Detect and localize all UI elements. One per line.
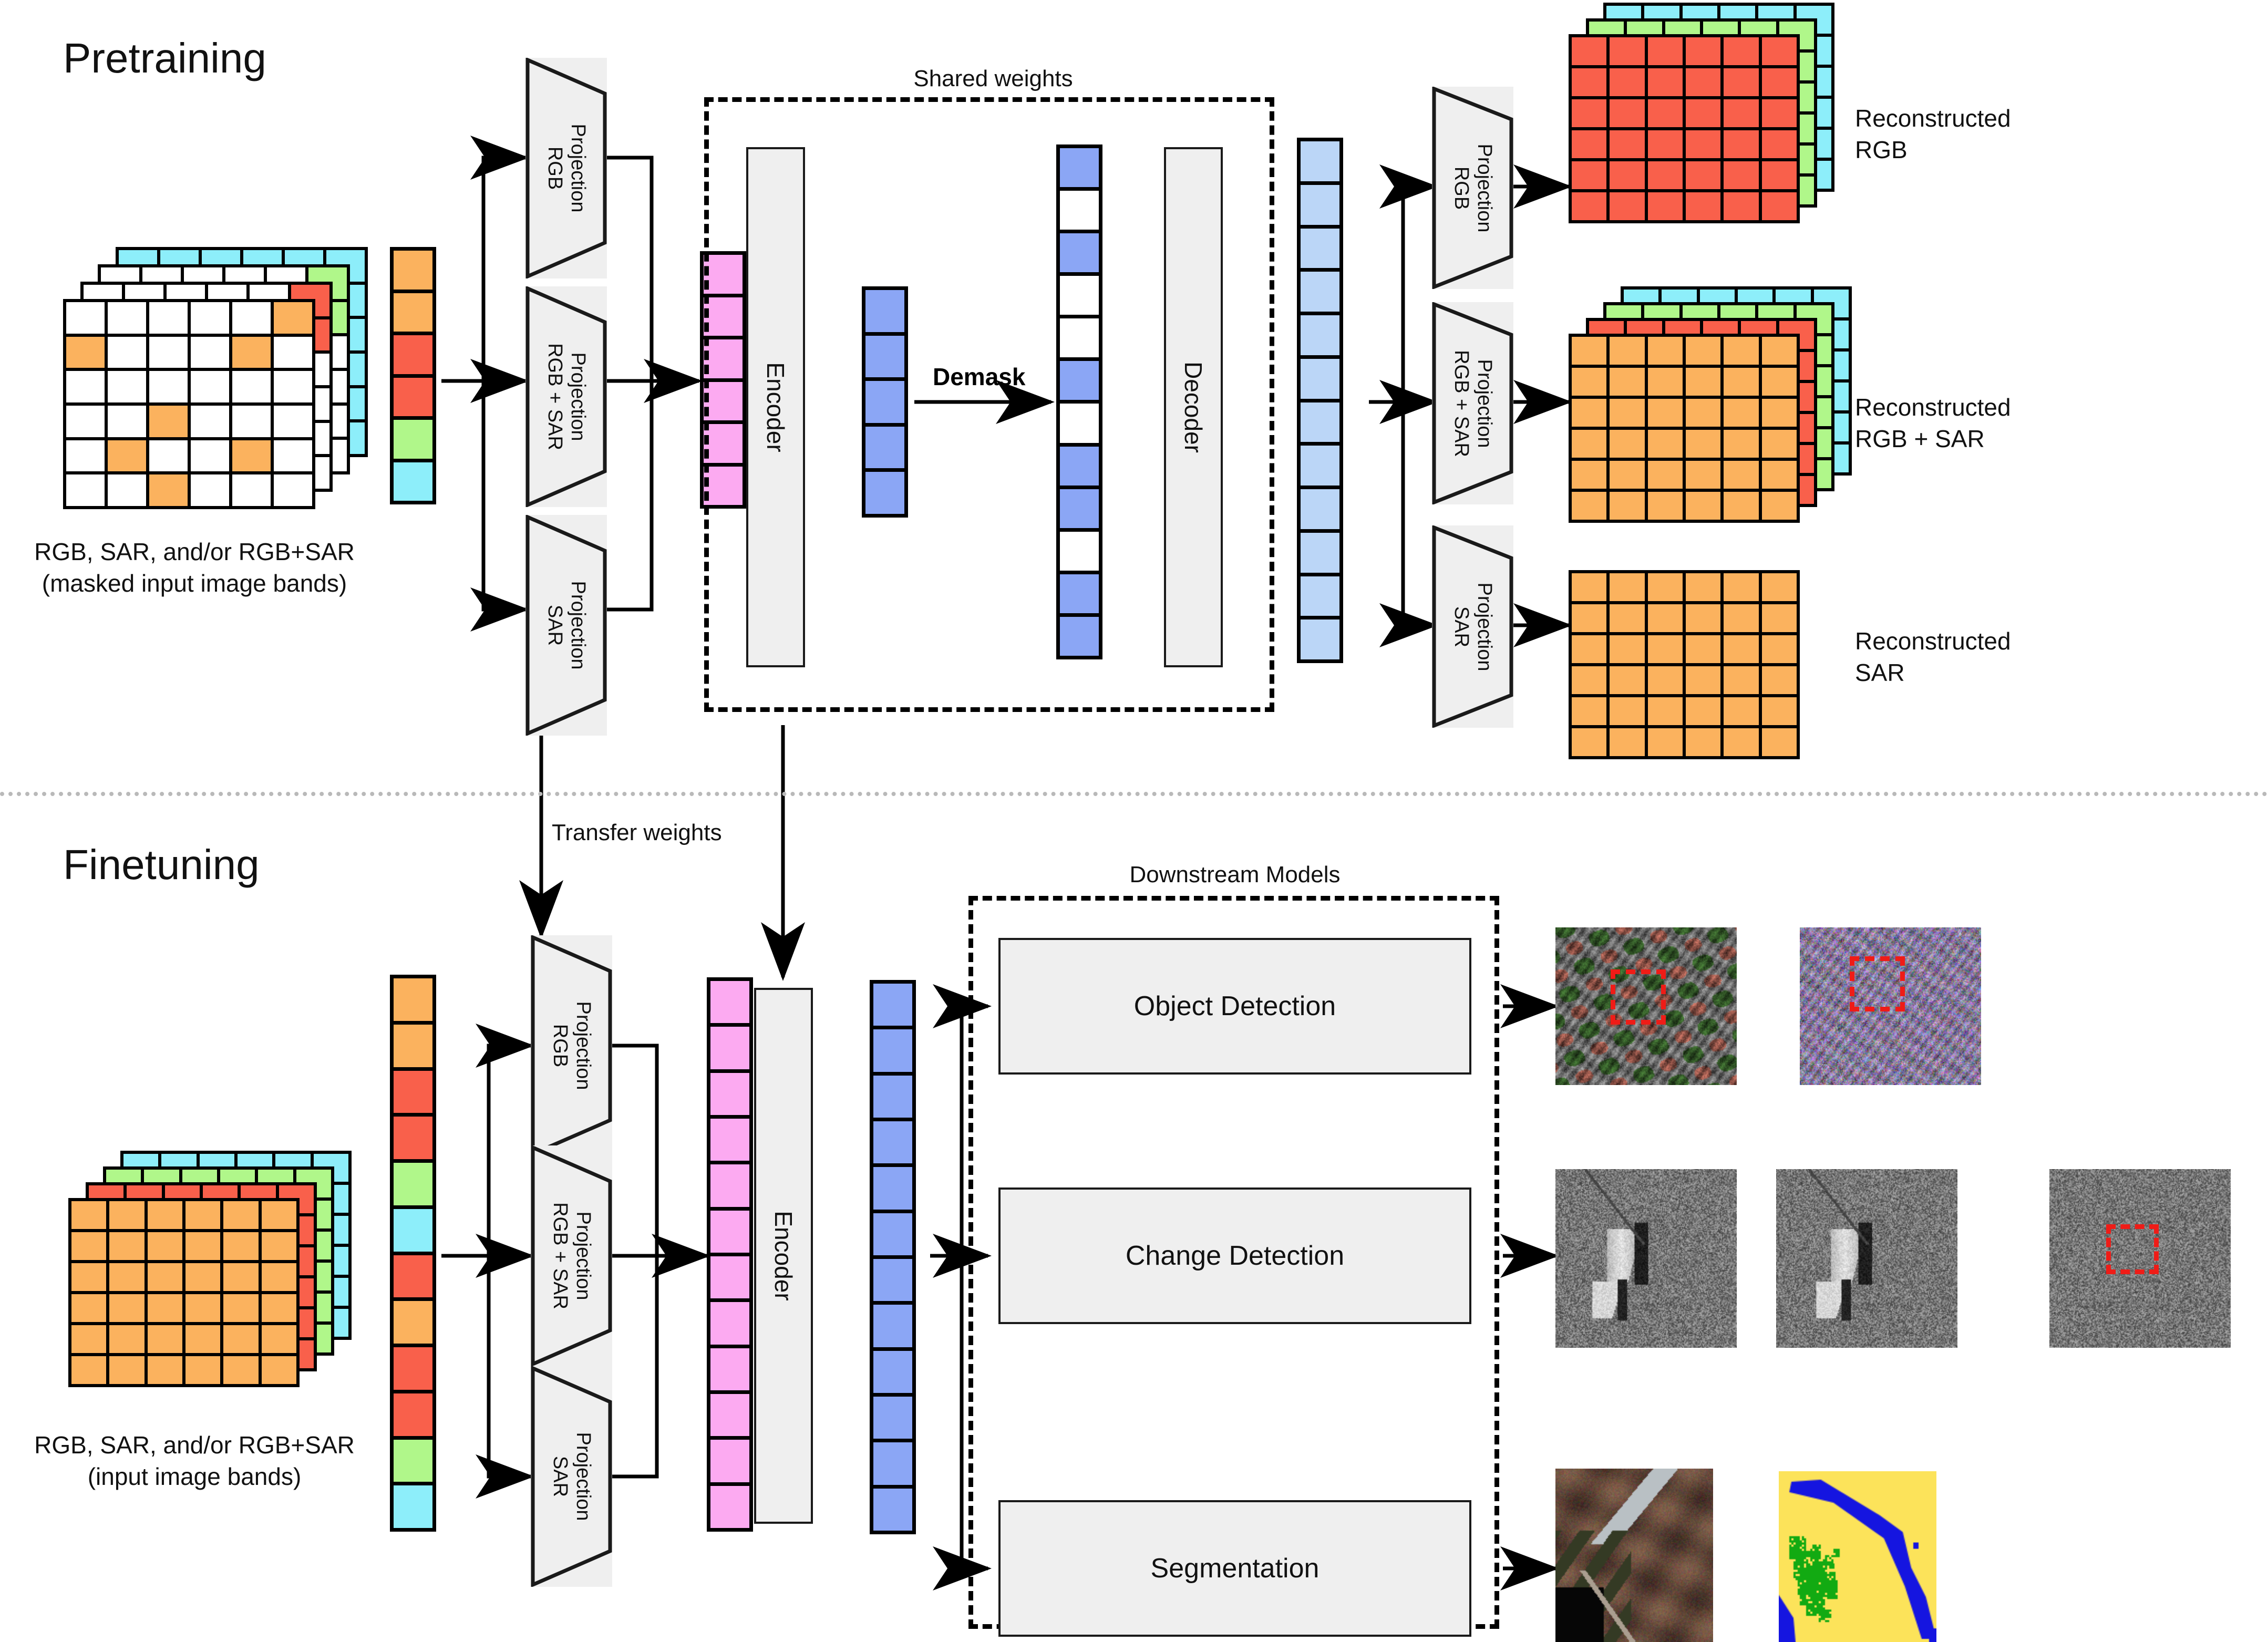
reconstructed-sar-caption: Reconstructed SAR [1855,625,2181,688]
task-change-detection[interactable]: Change Detection [998,1187,1471,1324]
recon-rgb-caption-line1: Reconstructed [1855,105,2011,132]
projection-rgb-sar-finetune-label: Projection RGB + SAR [549,1202,594,1309]
encoder-block-pretrain[interactable]: Encoder [746,147,805,667]
recon-rgb-layer-red [1569,34,1800,223]
projection-rgb-finetune[interactable]: Projection RGB [531,935,612,1156]
encoder-block-pretrain-label: Encoder [762,362,789,452]
projection-rgb-sar-output-label: Projection RGB + SAR [1450,349,1496,457]
finetuning-section-title: Finetuning [63,841,260,888]
encoder-block-finetune-label: Encoder [770,1211,797,1301]
task-segmentation[interactable]: Segmentation [998,1500,1471,1637]
pretrain-input-caption-line1: RGB, SAR, and/or RGB+SAR [34,538,355,565]
decoded-token-strip [1297,138,1343,663]
task-segmentation-label: Segmentation [1150,1553,1319,1584]
pretrain-input-caption: RGB, SAR, and/or RGB+SAR (masked input i… [0,536,389,599]
change-detection-bbox [2106,1224,2159,1274]
finetune-input-caption: RGB, SAR, and/or RGB+SAR (input image ba… [0,1429,389,1492]
projection-rgb-sar-output[interactable]: Projection RGB + SAR [1432,302,1513,504]
recon-sar-layer-orange [1569,570,1800,759]
object-detection-optical-image [1555,927,1737,1085]
demasked-token-strip [1056,144,1102,659]
shared-weights-label: Shared weights [913,66,1073,91]
projection-sar-pretrain-label: Projection SAR [543,581,589,670]
ft-stack-layer-orange [68,1198,300,1387]
downstream-models-label: Downstream Models [1129,862,1341,887]
reconstructed-rgb-sar-caption: Reconstructed RGB + SAR [1855,391,2202,455]
object-detection-hsi-bbox [1850,956,1905,1011]
pretrain-encoded-token-strip [862,286,908,518]
pretrain-input-token-strip [390,247,436,504]
recon-rgbsar-layer-orange [1569,334,1800,523]
projection-rgb-pretrain[interactable]: Projection RGB [525,58,607,278]
reconstructed-rgb-stack [1569,3,1842,229]
change-detection-sar-t2 [1776,1169,1957,1348]
projection-rgb-sar-finetune[interactable]: Projection RGB + SAR [531,1145,612,1366]
task-change-detection-label: Change Detection [1125,1241,1345,1271]
object-detection-hsi-image [1800,927,1981,1085]
change-detection-sar-t1 [1555,1169,1737,1348]
recon-sar-caption-line1: Reconstructed [1855,627,2011,655]
projection-sar-pretrain[interactable]: Projection SAR [525,515,607,736]
task-object-detection-label: Object Detection [1133,991,1336,1021]
projection-rgb-sar-pretrain[interactable]: Projection RGB + SAR [525,286,607,507]
change-detection-change-map [2049,1169,2231,1348]
stack-layer-masked-front [63,299,315,509]
projection-sar-output-label: Projection SAR [1450,582,1496,671]
projection-rgb-output[interactable]: Projection RGB [1432,87,1513,289]
finetune-encoded-token-strip [870,980,916,1534]
finetune-input-token-strip [390,975,436,1532]
finetune-pink-token-strip [707,977,753,1532]
object-detection-optical-bbox [1611,969,1666,1025]
finetune-input-caption-line1: RGB, SAR, and/or RGB+SAR [34,1431,355,1459]
pretrain-input-image-stack [63,247,389,510]
decoder-block-label: Decoder [1180,362,1207,453]
encoder-block-finetune[interactable]: Encoder [754,988,813,1524]
projection-sar-output[interactable]: Projection SAR [1432,525,1513,728]
finetune-input-caption-line2: (input image bands) [87,1463,302,1490]
recon-rgbsar-caption-line1: Reconstructed [1855,394,2011,421]
segmentation-optical-image [1555,1469,1713,1642]
pretraining-section-title: Pretraining [63,35,266,81]
recon-rgbsar-caption-line2: RGB + SAR [1855,425,1985,452]
section-divider [0,792,2268,796]
pretrain-input-caption-line2: (masked input image bands) [42,570,347,597]
projection-sar-finetune-label: Projection SAR [549,1432,594,1521]
reconstructed-sar-stack [1569,570,1805,765]
task-object-detection[interactable]: Object Detection [998,938,1471,1075]
projection-sar-finetune[interactable]: Projection SAR [531,1366,612,1587]
transfer-weights-label: Transfer weights [552,820,722,845]
reconstructed-rgb-caption: Reconstructed RGB [1855,102,2181,166]
finetune-input-image-stack [68,1151,363,1413]
segmentation-label-map [1779,1471,1936,1642]
projection-rgb-pretrain-label: Projection RGB [543,123,589,213]
recon-rgb-caption-line2: RGB [1855,136,1908,163]
recon-sar-caption-line2: SAR [1855,659,1905,686]
decoder-block[interactable]: Decoder [1164,147,1223,667]
projection-rgb-sar-pretrain-label: Projection RGB + SAR [543,343,589,450]
projection-rgb-finetune-label: Projection RGB [549,1001,594,1090]
reconstructed-rgb-sar-stack [1569,286,1852,533]
demask-label: Demask [933,363,1026,390]
projection-rgb-output-label: Projection RGB [1450,143,1496,232]
